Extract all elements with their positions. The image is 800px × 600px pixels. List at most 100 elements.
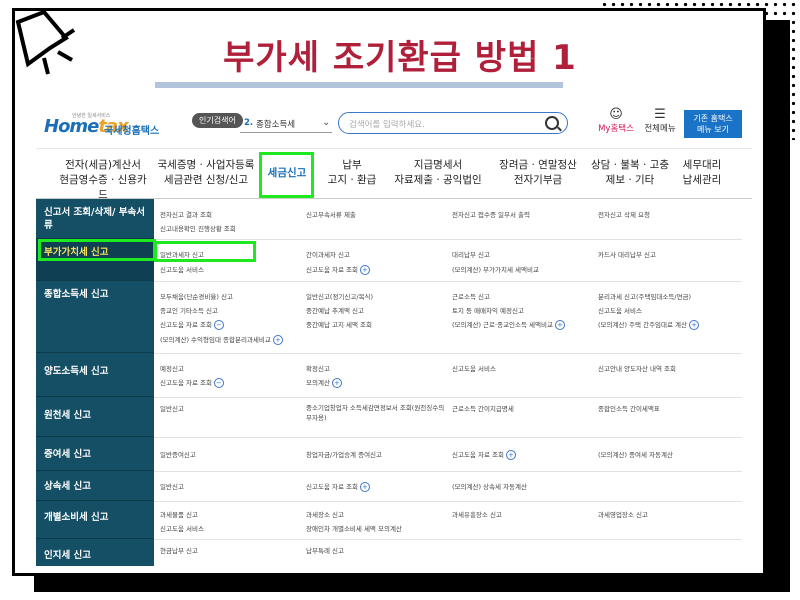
- menu-row: 인지세 신고 현금납부 신고 납부특례 신고: [36, 539, 742, 566]
- menu-link[interactable]: 모두채움(단순경비율) 신고: [160, 291, 233, 301]
- menu-link[interactable]: 신고도움 서비스: [598, 305, 642, 315]
- menu-category: 상속세 신고: [36, 471, 154, 501]
- menu-link[interactable]: 분리과세 신고(주택임대소득/연금): [598, 291, 691, 301]
- menu-link[interactable]: 전자신고 삭제 요청: [598, 209, 650, 219]
- plus-icon: +: [331, 378, 342, 388]
- menu-link[interactable]: 신고도움 자료 조회 +: [306, 481, 370, 492]
- menu-category: 원천세 신고: [36, 397, 154, 437]
- menu-link[interactable]: (모의계산) 증여세 자동계산: [598, 449, 673, 459]
- highlight-box-vat-category: [38, 239, 156, 261]
- menu-row: 종합소득세 신고 모두채움(단순경비율) 신고 일반신고(정기신고/복식) 근로…: [36, 281, 742, 354]
- nav-tab-e-invoice[interactable]: 전자(세금)계산서 현금영수증 · 신용카드: [58, 158, 148, 203]
- menu-category: 양도소득세 신고: [36, 353, 154, 397]
- search-icon[interactable]: [545, 116, 559, 130]
- nav-tab-consulting[interactable]: 상담 · 불복 · 고충 제보 · 기타: [588, 158, 672, 188]
- menu-category: 신고서 조회/삭제/ 부속서류: [36, 199, 154, 239]
- menu-link[interactable]: 장애인차 개별소비세 세액 모의계산: [306, 523, 402, 533]
- menu-link[interactable]: 토지 등 매매차익 예정신고: [452, 305, 524, 315]
- burst-icon: [15, 9, 76, 75]
- menu-link[interactable]: 신고내용확인 진행상황 조회: [160, 223, 236, 233]
- nav-tab-incentives[interactable]: 장려금 · 연말정산 전자기부금: [492, 158, 584, 188]
- highlight-box-general-vat-filing: [154, 241, 256, 262]
- highlight-box-tax-filing-tab: [259, 152, 314, 198]
- menu-link[interactable]: 일반신고: [160, 403, 184, 413]
- menu-link[interactable]: 신고도움 자료 조회 −: [160, 377, 224, 388]
- menu-link[interactable]: 과세유흥장소 신고: [452, 509, 502, 519]
- chevron-down-icon[interactable]: ⌄: [322, 117, 330, 128]
- menu-link[interactable]: 신고부속서류 제출: [306, 209, 356, 219]
- nav-tab-statements[interactable]: 지급명세서 자료제출 · 공익법인: [388, 158, 488, 188]
- menu-row: 개별소비세 신고 과세물품 신고 과세장소 신고 과세유흥장소 신고 과세영업장…: [36, 501, 742, 540]
- all-menu-label: 전체메뉴: [644, 124, 676, 134]
- menu-link[interactable]: 중간예납 추계액 신고: [306, 305, 364, 315]
- plus-icon: +: [554, 320, 565, 330]
- menu-row: 신고서 조회/삭제/ 부속서류 전자신고 결과 조회 신고부속서류 제출 전자신…: [36, 199, 742, 240]
- nav-tab-tax-agent[interactable]: 세무대리 납세관리: [674, 158, 730, 188]
- menu-link[interactable]: 카드사 대리납부 신고: [598, 249, 656, 259]
- menu-link[interactable]: 신고도움 서비스: [452, 363, 496, 373]
- hamburger-icon: ☰: [654, 107, 666, 122]
- menu-category: 종합소득세 신고: [36, 281, 154, 353]
- menu-link[interactable]: 현금납부 신고: [160, 545, 198, 555]
- menu-category: 인지세 신고: [36, 539, 154, 566]
- menu-link[interactable]: 신고도움 자료 조회 +: [306, 264, 370, 275]
- my-hometax-label: My홈택스: [598, 124, 634, 134]
- menu-link[interactable]: 전자신고 결과 조회: [160, 209, 212, 219]
- menu-link[interactable]: 일반증여신고: [160, 449, 196, 459]
- menu-row: 상속세 신고 일반신고 신고도움 자료 조회 + (모의계산) 상속세 자동계산: [36, 471, 742, 502]
- menu-link[interactable]: 종교인 기타소득 신고: [160, 305, 218, 315]
- main-nav: 전자(세금)계산서 현금영수증 · 신용카드 국세증명 · 사업자등록 세금관련 신…: [36, 148, 752, 201]
- menu-link[interactable]: 과세장소 신고: [306, 509, 344, 519]
- menu-link[interactable]: 전자신고 접수증 일부서 출력: [452, 209, 530, 219]
- menu-link[interactable]: 중간예납 고지 세액 조회: [306, 319, 372, 329]
- menu-link[interactable]: 확정신고: [306, 363, 330, 373]
- popular-search-underline: [240, 132, 332, 133]
- my-hometax-button[interactable]: ☺ My홈택스: [593, 108, 639, 135]
- menu-link[interactable]: 신고도움 서비스: [160, 523, 204, 533]
- menu-link[interactable]: (모의계산) 부가가치세 세액비교: [452, 264, 539, 274]
- hometax-screenshot: 안녕한 일세서비스 Hometax 국세청홈택스 인기검색어 2. 종합소득세 …: [36, 100, 752, 566]
- search-input[interactable]: 검색어를 입력하세요.: [338, 112, 568, 134]
- menu-row: 원천세 신고 일반신고 중소기업창업자 소득세감면정보서 조회(원천징수의무자용…: [36, 397, 742, 438]
- search-placeholder: 검색어를 입력하세요.: [349, 120, 425, 130]
- menu-link[interactable]: (모의계산) 근로·종교인소득 세액비교 +: [452, 319, 565, 330]
- plus-icon: +: [359, 482, 370, 492]
- menu-link[interactable]: 신고안내 양도자산 내역 조회: [598, 363, 676, 373]
- menu-link[interactable]: 대리납부 신고: [452, 249, 490, 259]
- menu-link[interactable]: 과세영업장소 신고: [598, 509, 648, 519]
- menu-link[interactable]: (모의계산) 주택 간주임대료 계산 +: [598, 319, 700, 330]
- menu-link[interactable]: 간이과세자 신고: [306, 249, 350, 259]
- plus-icon: +: [505, 450, 516, 460]
- menu-link[interactable]: 납부특례 신고: [306, 545, 344, 555]
- all-menu-button[interactable]: ☰ 전체메뉴: [640, 107, 680, 135]
- minus-icon: −: [213, 320, 224, 330]
- plus-icon: +: [689, 320, 700, 330]
- menu-category: 개별소비세 신고: [36, 501, 154, 539]
- popular-search-rank: 2.: [244, 118, 254, 128]
- menu-link[interactable]: 신고도움 자료 조회 +: [452, 449, 516, 460]
- menu-link[interactable]: 모의계산 +: [306, 377, 342, 388]
- menu-link[interactable]: 근로소득 간이지급명세: [452, 403, 514, 413]
- logo-org-name: 국세청홈택스: [104, 126, 160, 137]
- menu-link[interactable]: 일반신고: [160, 481, 184, 491]
- menu-link[interactable]: 창업자금/가업승계 증여신고: [306, 449, 382, 459]
- old-hometax-button[interactable]: 기존 홈택스 메뉴 보기: [684, 110, 742, 138]
- menu-link[interactable]: 신고도움 서비스: [160, 264, 204, 274]
- menu-link[interactable]: 과세물품 신고: [160, 509, 198, 519]
- nav-tab-certificates[interactable]: 국세증명 · 사업자등록 세금관련 신청/신고: [154, 158, 258, 188]
- menu-link[interactable]: (모의계산) 상속세 자동계산: [452, 481, 527, 491]
- menu-link[interactable]: (모의계산) 수익형임대 종합분리과세비교 +: [160, 334, 283, 345]
- nav-tab-payment[interactable]: 납부 고지 · 환급: [322, 158, 382, 188]
- menu-link[interactable]: 일반신고(정기신고/복식): [306, 291, 373, 301]
- minus-icon: −: [213, 378, 224, 388]
- plus-icon: +: [272, 335, 283, 345]
- menu-link[interactable]: 신고도움 자료 조회 −: [160, 319, 224, 330]
- popular-search-term[interactable]: 종합소득세: [256, 118, 295, 130]
- menu-link[interactable]: 종합인소득 간이세액표: [598, 403, 660, 413]
- title-underline-bar: [155, 82, 563, 88]
- menu-link[interactable]: 중소기업창업자 소득세감면정보서 조회(원천징수의무자용): [306, 403, 446, 423]
- menu-link[interactable]: 예정신고: [160, 363, 184, 373]
- menu-row: 양도소득세 신고 예정신고 확정신고 신고도움 서비스 신고안내 양도자산 내역…: [36, 353, 742, 398]
- slide-title: 부가세 조기환급 방법 1: [223, 38, 577, 78]
- menu-link[interactable]: 근로소득 신고: [452, 291, 490, 301]
